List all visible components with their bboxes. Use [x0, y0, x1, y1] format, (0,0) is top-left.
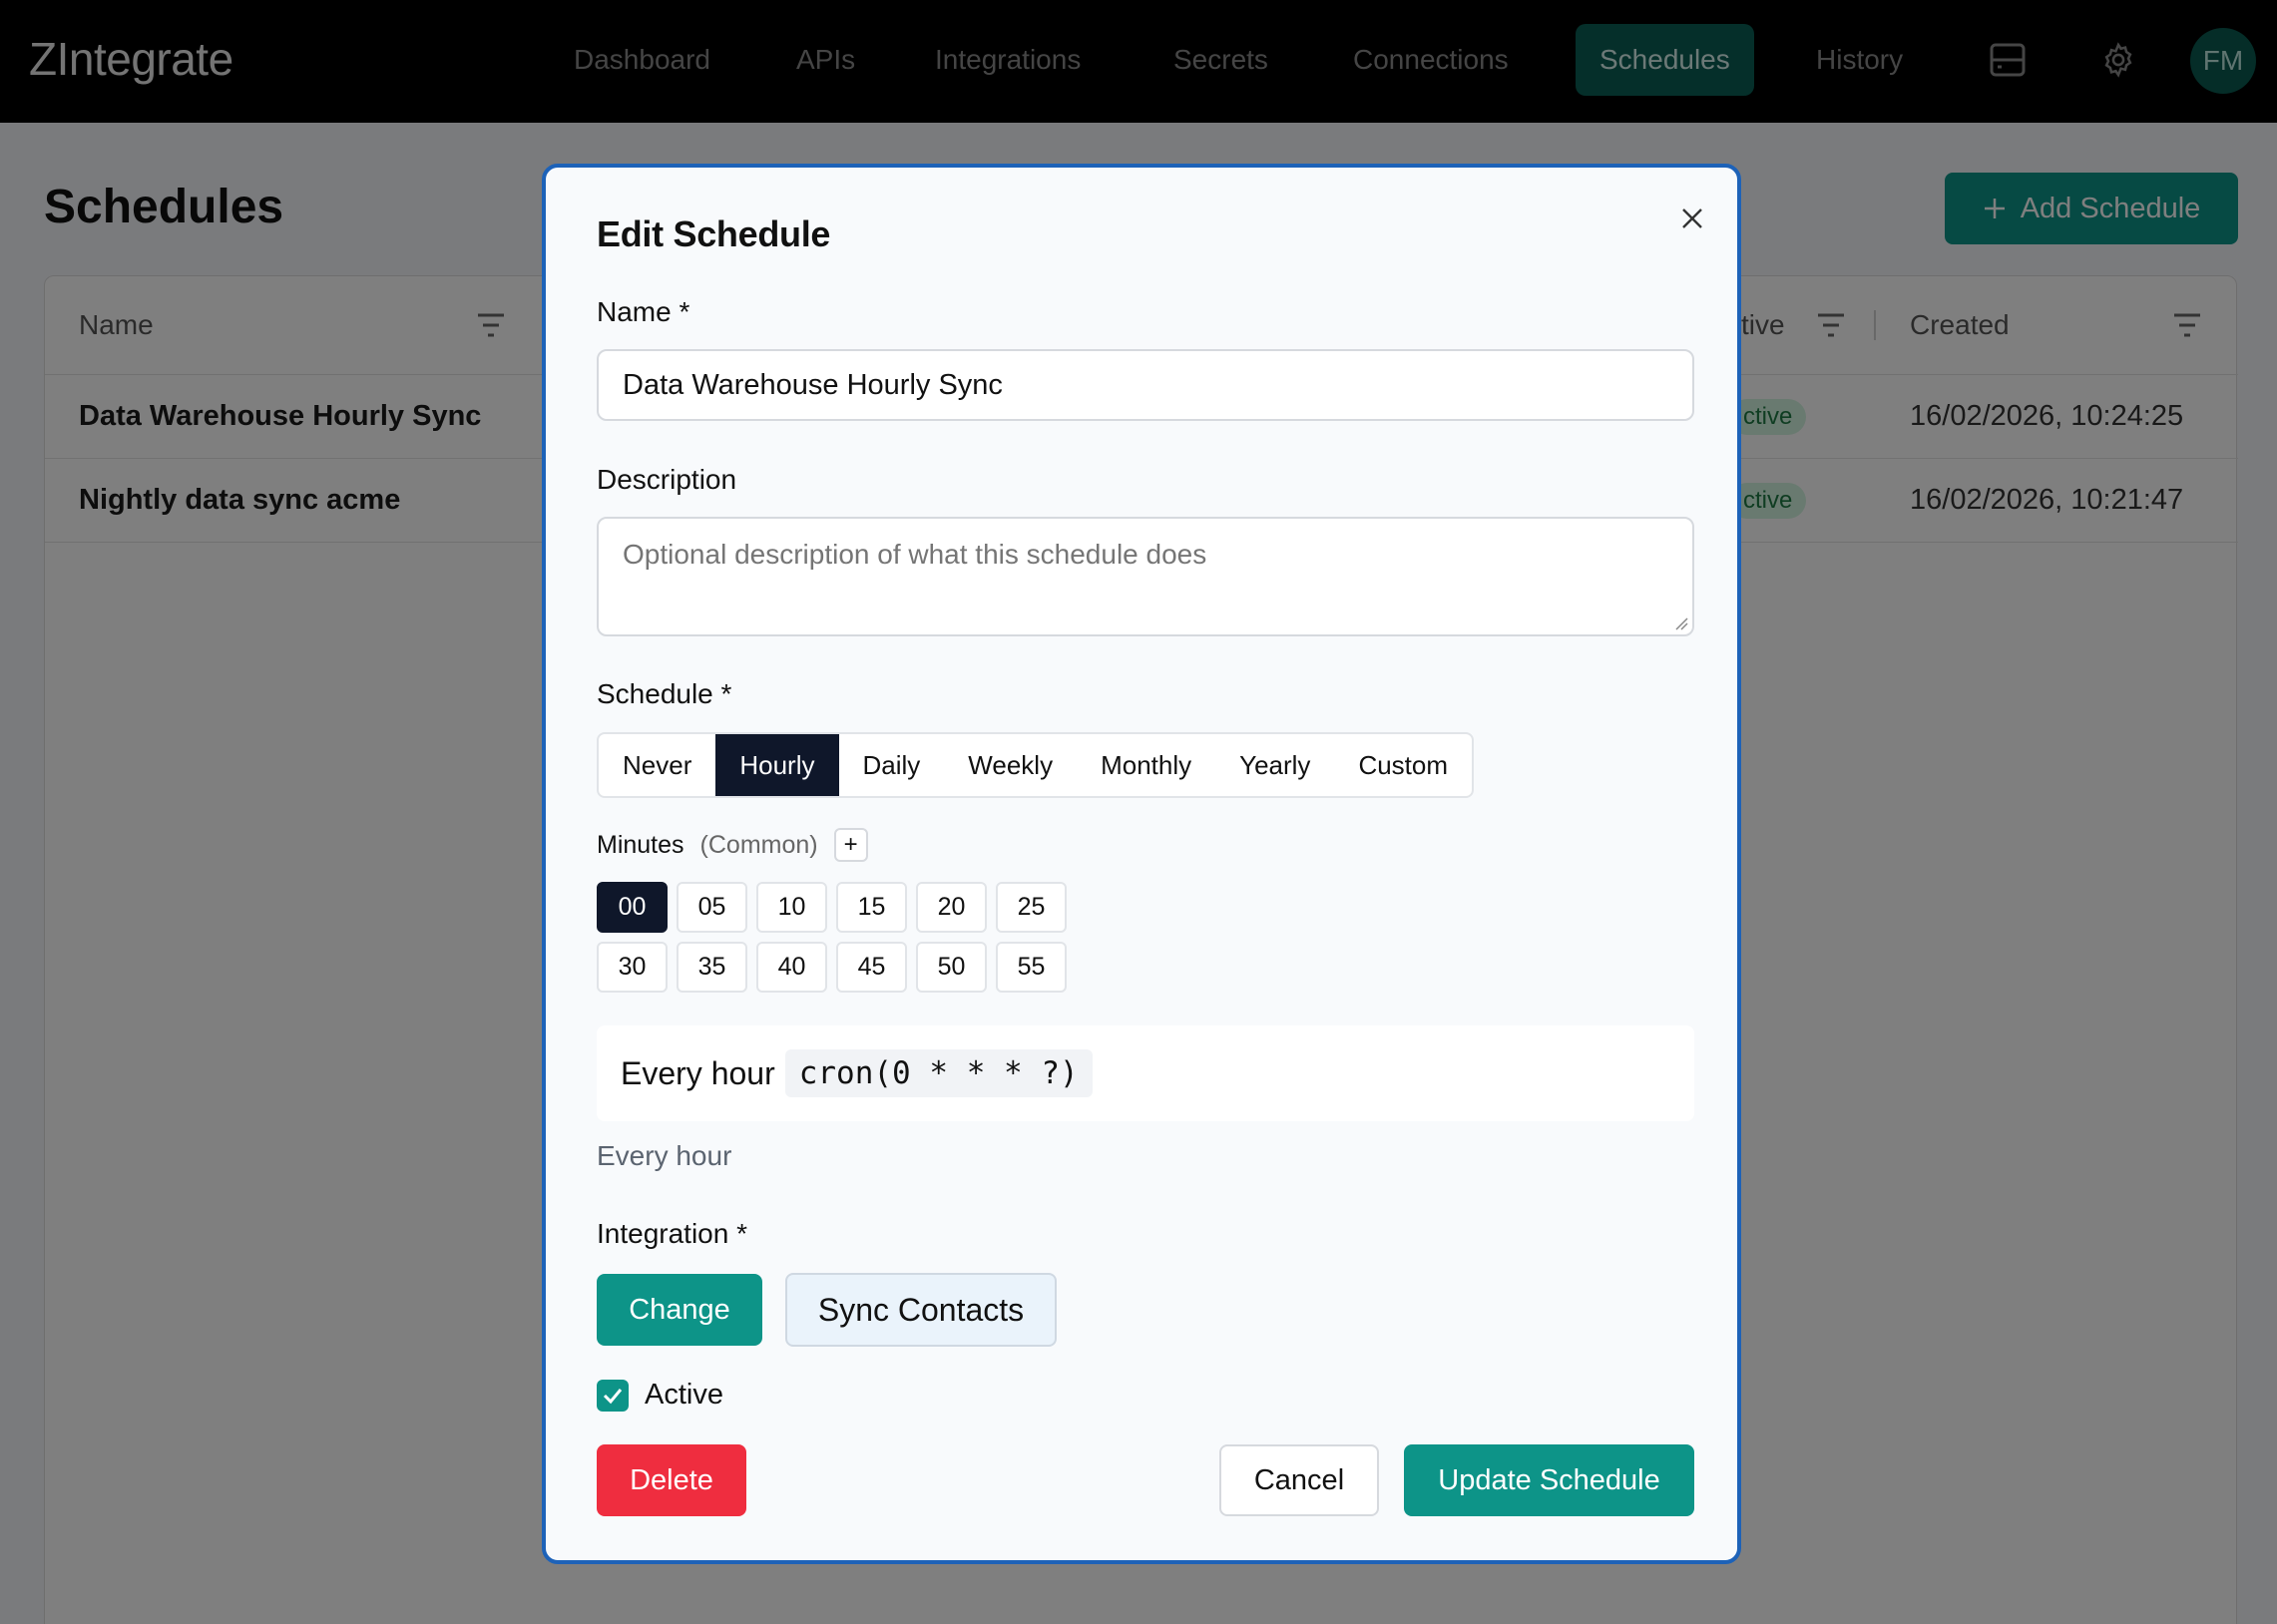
- minutes-grid: 00 05 10 15 20 25 30 35 40 45 50 55: [597, 882, 1067, 993]
- active-checkbox[interactable]: [597, 1379, 629, 1412]
- cron-expression: cron(0 * * * ?): [784, 1049, 1093, 1097]
- active-toggle-row: Active: [597, 1379, 723, 1412]
- schedule-option-monthly[interactable]: Monthly: [1077, 734, 1215, 796]
- minutes-label: Minutes: [597, 830, 684, 859]
- cron-helper-text: Every hour: [597, 1140, 732, 1171]
- minute-option[interactable]: 45: [836, 942, 907, 993]
- resize-grip-icon[interactable]: [1674, 616, 1688, 630]
- name-label: Name *: [597, 296, 690, 327]
- minute-option[interactable]: 55: [996, 942, 1067, 993]
- minute-option[interactable]: 35: [677, 942, 747, 993]
- delete-button[interactable]: Delete: [597, 1444, 746, 1516]
- minute-option[interactable]: 05: [677, 882, 747, 933]
- name-input[interactable]: [597, 349, 1694, 421]
- add-minute-button[interactable]: +: [833, 828, 868, 862]
- close-icon: [1682, 208, 1702, 228]
- schedule-option-yearly[interactable]: Yearly: [1215, 734, 1334, 796]
- cancel-button[interactable]: Cancel: [1219, 1444, 1379, 1516]
- schedule-option-custom[interactable]: Custom: [1334, 734, 1472, 796]
- minute-option[interactable]: 40: [756, 942, 827, 993]
- minute-option[interactable]: 25: [996, 882, 1067, 933]
- minute-option[interactable]: 50: [916, 942, 987, 993]
- update-schedule-button[interactable]: Update Schedule: [1404, 1444, 1694, 1516]
- edit-schedule-dialog: Edit Schedule Name * Description Schedul…: [542, 164, 1741, 1564]
- minute-option[interactable]: 15: [836, 882, 907, 933]
- minutes-common-label: (Common): [699, 830, 818, 859]
- description-textarea[interactable]: [597, 517, 1694, 636]
- minute-option[interactable]: 00: [597, 882, 668, 933]
- schedule-label: Schedule *: [597, 678, 732, 709]
- description-label: Description: [597, 464, 737, 495]
- minute-option[interactable]: 10: [756, 882, 827, 933]
- minute-option[interactable]: 20: [916, 882, 987, 933]
- schedule-frequency-selector: Never Hourly Daily Weekly Monthly Yearly…: [597, 732, 1475, 798]
- schedule-option-daily[interactable]: Daily: [839, 734, 945, 796]
- dialog-title: Edit Schedule: [597, 213, 831, 254]
- close-button[interactable]: [1674, 201, 1710, 236]
- minute-option[interactable]: 30: [597, 942, 668, 993]
- description-wrapper: [597, 517, 1694, 636]
- schedule-option-hourly[interactable]: Hourly: [715, 734, 839, 796]
- minutes-header: Minutes (Common) +: [597, 828, 868, 862]
- cron-preview-text: Every hour: [621, 1054, 775, 1091]
- selected-integration-chip: Sync Contacts: [785, 1273, 1057, 1347]
- schedule-option-weekly[interactable]: Weekly: [944, 734, 1077, 796]
- schedule-option-never[interactable]: Never: [599, 734, 715, 796]
- cron-preview: Every hour cron(0 * * * ?): [597, 1025, 1694, 1121]
- checkmark-icon: [603, 1388, 623, 1404]
- integration-label: Integration *: [597, 1218, 747, 1249]
- change-integration-button[interactable]: Change: [597, 1274, 762, 1346]
- active-label[interactable]: Active: [645, 1379, 723, 1412]
